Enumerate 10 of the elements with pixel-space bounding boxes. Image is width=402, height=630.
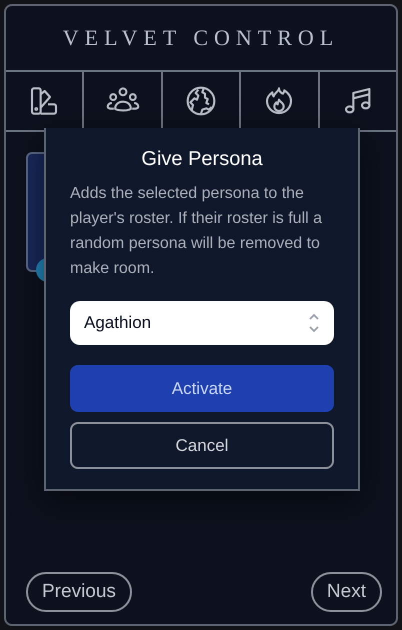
activate-button[interactable]: Activate <box>70 365 334 412</box>
globe-icon <box>185 85 218 117</box>
dialog-title: Give Persona <box>140 148 264 171</box>
chevron-updown-icon <box>308 312 320 334</box>
previous-button[interactable]: Previous <box>26 572 132 612</box>
dialog-description: Adds the selected persona to the player's roster. If their roster is full a random persona will be removed to make room. <box>70 184 324 279</box>
cancel-button[interactable]: Cancel <box>70 422 334 469</box>
next-button[interactable]: Next <box>310 572 382 612</box>
app-title: VELVET CONTROL <box>62 24 340 52</box>
persona-select[interactable]: Agathion <box>70 301 334 345</box>
